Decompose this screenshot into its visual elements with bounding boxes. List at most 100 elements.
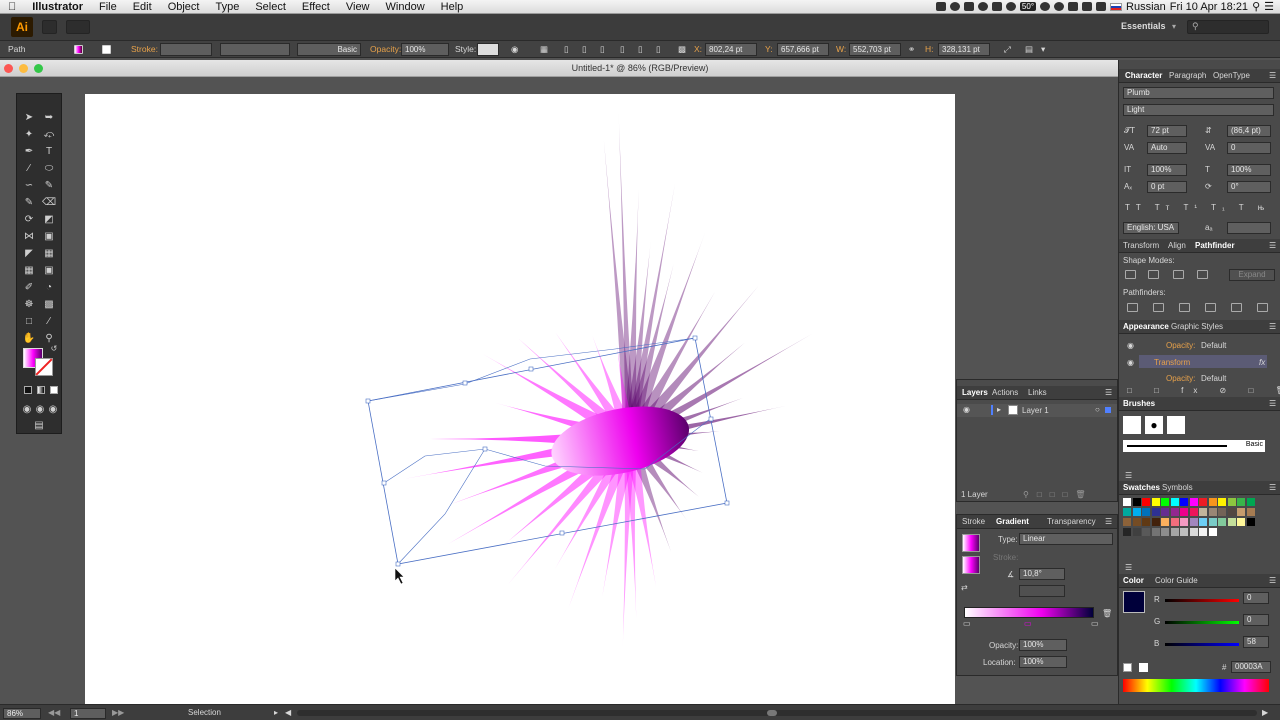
tab-pathfinder[interactable]: Pathfinder	[1195, 239, 1235, 253]
leading-field[interactable]: (86,4 pt)	[1227, 125, 1271, 137]
swatch[interactable]	[1199, 498, 1207, 506]
align-to-icon[interactable]: ▦	[540, 44, 548, 55]
brush-dot-large[interactable]: ●	[1145, 416, 1163, 434]
tab-paragraph[interactable]: Paragraph	[1169, 69, 1206, 83]
swatch[interactable]	[1170, 508, 1179, 516]
delete-stop-icon[interactable]: 🗑	[1102, 609, 1112, 618]
menu-object[interactable]: Object	[160, 0, 208, 14]
rotate-tool-icon[interactable]: ⟳	[22, 213, 36, 226]
font-size-field[interactable]: 72 pt	[1147, 125, 1187, 137]
volume-icon[interactable]	[1082, 2, 1093, 11]
spotlight-icon[interactable]: ⚲	[1252, 0, 1260, 13]
constrain-link-icon[interactable]: ⚭	[908, 44, 915, 55]
font-family-dropdown[interactable]: Plumb	[1123, 87, 1274, 99]
swatch[interactable]	[1180, 528, 1188, 536]
swatch[interactable]	[1142, 518, 1150, 526]
align-left-icon[interactable]: ▯	[564, 44, 569, 55]
menu-edit[interactable]: Edit	[125, 0, 160, 14]
blob-brush-tool-icon[interactable]: ✎	[22, 196, 36, 209]
zoom-field[interactable]: 86%	[3, 708, 41, 719]
skype-icon[interactable]	[949, 2, 960, 11]
draw-normal-icon[interactable]: ◉	[20, 403, 34, 416]
shape-builder-tool-icon[interactable]: ◤	[22, 247, 36, 260]
appearance-transform-label[interactable]: Transform	[1154, 358, 1190, 367]
tab-transparency[interactable]: Transparency	[1047, 515, 1096, 529]
tab-graphic-styles[interactable]: Graphic Styles	[1171, 320, 1223, 334]
green-slider[interactable]	[1165, 621, 1239, 624]
opacity-label[interactable]: Opacity:	[370, 44, 401, 54]
apple-icon[interactable]: 	[0, 0, 24, 14]
gradient-type-dropdown[interactable]: Linear	[1019, 533, 1113, 545]
swatch[interactable]	[1123, 508, 1131, 516]
panel-menu-icon[interactable]: ▾	[1041, 44, 1045, 55]
minus-back-icon[interactable]	[1257, 303, 1268, 312]
scroll-right-icon[interactable]: ▶	[1262, 708, 1268, 717]
swatch-grid[interactable]	[1123, 498, 1263, 560]
swatch[interactable]	[1227, 508, 1236, 516]
tab-appearance[interactable]: Appearance	[1123, 320, 1169, 334]
kerning-field[interactable]: Auto	[1147, 142, 1187, 154]
outline-icon[interactable]	[1231, 303, 1242, 312]
color-spectrum[interactable]	[1123, 679, 1269, 692]
stroke-swatch[interactable]	[102, 45, 111, 54]
tab-actions[interactable]: Actions	[992, 386, 1018, 400]
layer-row[interactable]: ◉ ▸ Layer 1 ○	[957, 404, 1117, 417]
swatch[interactable]	[1123, 518, 1131, 526]
visibility-eye-icon[interactable]: ◉	[1127, 341, 1134, 350]
variable-width-dropdown[interactable]	[220, 43, 290, 56]
swatch[interactable]	[1189, 518, 1198, 526]
brush-dot-tiny[interactable]	[1167, 416, 1185, 434]
font-style-dropdown[interactable]: Light	[1123, 104, 1274, 116]
stroke-color-box[interactable]	[35, 358, 53, 376]
horizontal-scale-field[interactable]: 100%	[1227, 164, 1271, 176]
stroke-label[interactable]: Stroke:	[131, 44, 158, 54]
swatch[interactable]	[1180, 498, 1188, 506]
align-center-icon[interactable]: ▯	[582, 44, 587, 55]
isolate-icon[interactable]: ▤	[1025, 44, 1033, 55]
swatch[interactable]	[1132, 508, 1141, 516]
y-field[interactable]: 657,666 pt	[777, 43, 829, 56]
paintbrush-tool-icon[interactable]: ∽	[22, 179, 36, 192]
character-rotation-field[interactable]: 0°	[1227, 181, 1271, 193]
bridge-button[interactable]	[42, 20, 57, 34]
swatch[interactable]	[1132, 528, 1141, 536]
tool-icon[interactable]	[991, 2, 1002, 11]
gradient-tool-icon[interactable]: ▣	[42, 264, 56, 277]
layer-expand-icon[interactable]: ▸	[997, 405, 1001, 414]
swatch[interactable]	[1142, 498, 1150, 506]
panel-menu-icon[interactable]: ☰	[1269, 397, 1276, 411]
fx-icon[interactable]: fx	[1259, 358, 1265, 367]
swatch[interactable]	[1218, 498, 1226, 506]
blend-tool-icon[interactable]: ◔	[42, 281, 56, 294]
tab-gradient[interactable]: Gradient	[996, 515, 1029, 529]
gradient-stop-white[interactable]: ▭	[963, 619, 971, 628]
panel-menu-icon[interactable]: ☰	[1269, 320, 1276, 334]
swatch[interactable]	[1151, 498, 1160, 506]
gradient-stop-magenta[interactable]: ▭	[1024, 619, 1032, 628]
panel-menu-icon[interactable]: ☰	[1105, 515, 1112, 529]
merge-icon[interactable]	[1179, 303, 1190, 312]
last-artboard-icon[interactable]: ▶▶	[112, 708, 124, 717]
align-middle-icon[interactable]: ▯	[638, 44, 643, 55]
white-color-button[interactable]	[1139, 663, 1148, 672]
intersect-icon[interactable]	[1173, 270, 1184, 279]
slice-tool-icon[interactable]: ∕	[42, 315, 56, 328]
swatch[interactable]	[1237, 508, 1245, 516]
swatch[interactable]	[1208, 528, 1217, 536]
hex-field[interactable]: 00003A	[1231, 661, 1271, 673]
swatch[interactable]	[1161, 508, 1169, 516]
first-artboard-icon[interactable]: ◀◀	[48, 708, 60, 717]
swatch[interactable]	[1151, 518, 1160, 526]
magic-wand-tool-icon[interactable]: ✦	[22, 128, 36, 141]
swatch[interactable]	[1170, 518, 1179, 526]
artboard-tool-icon[interactable]: □	[22, 315, 36, 328]
menu-window[interactable]: Window	[378, 0, 433, 14]
tab-color-guide[interactable]: Color Guide	[1155, 574, 1198, 588]
keyboard-flag-icon[interactable]	[1110, 2, 1123, 11]
gradient-burst-artwork[interactable]	[403, 109, 812, 649]
swatch[interactable]	[1199, 528, 1207, 536]
swatch[interactable]	[1227, 498, 1236, 506]
menu-effect[interactable]: Effect	[294, 0, 338, 14]
temperature-badge[interactable]: 50°	[1019, 2, 1037, 11]
tab-align[interactable]: Align	[1168, 239, 1186, 253]
